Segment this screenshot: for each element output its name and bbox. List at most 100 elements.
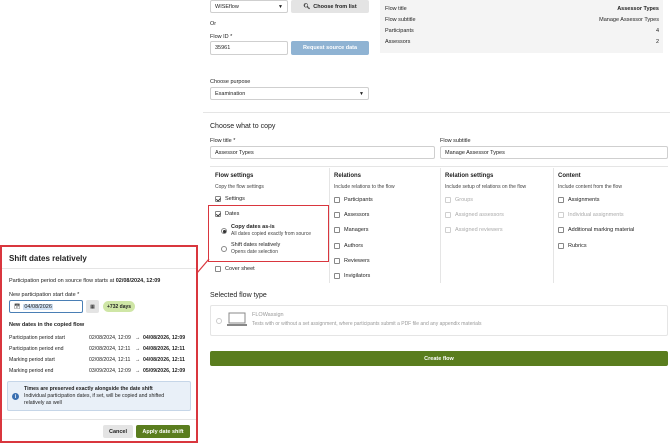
divider [329, 168, 330, 283]
date-row: Marking period end 03/09/2024, 12:09 → 0… [9, 368, 191, 374]
flow-settings-title: Flow settings [215, 173, 254, 179]
divider [2, 419, 196, 420]
copy-as-is-sublabel: All dates copied exactly from source [231, 231, 312, 237]
settings-checkbox-row[interactable]: Settings [215, 196, 245, 202]
checkbox[interactable] [558, 197, 564, 203]
dates-checkbox[interactable] [215, 211, 221, 217]
cancel-button[interactable]: Cancel [103, 425, 133, 438]
date-old: 02/08/2024, 12:09 [89, 335, 131, 341]
modal-title: Shift dates relatively [9, 254, 87, 263]
chevron-down-icon: ▼ [278, 3, 283, 10]
purpose-select-value: Examination [215, 90, 246, 97]
date-row: Marking period start 02/08/2024, 12:11 →… [9, 357, 191, 363]
flow-id-value: 35961 [215, 45, 231, 51]
calendar-icon: 📅︎ [14, 303, 21, 310]
apply-date-shift-button[interactable]: Apply date shift [136, 425, 190, 438]
relation-label: Authors [344, 243, 363, 249]
checkbox [445, 197, 451, 203]
flow-type-name: FLOWassign [252, 312, 284, 318]
choose-from-list-button[interactable]: 🔍︎ Choose from list [291, 0, 369, 13]
create-flow-button[interactable]: Create flow [210, 351, 668, 366]
days-badge: +732 days [103, 301, 136, 312]
relations-subtitle: Include relations to the flow [334, 184, 395, 190]
create-flow-label: Create flow [424, 355, 454, 362]
copy-heading: Choose what to copy [210, 123, 276, 130]
flow-title-input[interactable]: Assessor Types [210, 146, 435, 159]
apply-label: Apply date shift [142, 428, 184, 435]
shift-relatively-radio[interactable] [221, 246, 227, 252]
checkbox[interactable] [334, 258, 340, 264]
content-checkbox-row[interactable]: Rubrics [558, 243, 587, 249]
checkbox[interactable] [334, 273, 340, 279]
source-select[interactable]: WISEflow ▼ [210, 0, 288, 13]
copy-as-is-radio[interactable] [221, 228, 227, 234]
flow-type-radio[interactable] [216, 318, 222, 324]
content-checkbox-row[interactable]: Assignments [558, 197, 600, 203]
flow-subtitle-input[interactable]: Manage Assessor Types [440, 146, 668, 159]
cover-sheet-checkbox[interactable] [215, 266, 221, 272]
new-start-label: New participation start date * [9, 292, 80, 298]
date-old: 02/08/2024, 12:11 [89, 357, 131, 363]
shift-relatively-radio-row[interactable]: Shift dates relatively Opens date select… [221, 242, 280, 255]
checkbox[interactable] [334, 197, 340, 203]
summary-value: 4 [655, 28, 659, 34]
dates-label: Dates [225, 211, 240, 217]
settings-label: Settings [225, 196, 245, 202]
divider [210, 166, 668, 167]
relation-setting-label: Assigned reviewers [455, 227, 503, 233]
date-new: 04/08/2026, 12:11 [143, 346, 185, 352]
summary-key: Assessors [385, 39, 411, 45]
copy-as-is-radio-row[interactable]: Copy dates as-is All dates copied exactl… [221, 224, 311, 237]
relation-checkbox-row[interactable]: Assessors [334, 212, 369, 218]
content-label: Rubrics [568, 243, 587, 249]
checkbox[interactable] [558, 227, 564, 233]
arrow-right-icon: → [135, 357, 141, 363]
request-source-data-label: Request source data [302, 45, 358, 51]
relation-label: Reviewers [344, 258, 370, 264]
dates-checkbox-row[interactable]: Dates [215, 211, 239, 217]
checkbox[interactable] [558, 243, 564, 249]
relation-settings-subtitle: Include setup of relations on the flow [445, 184, 527, 190]
date-label: Participation period start [9, 335, 65, 341]
relation-setting-label: Assigned assessors [455, 212, 504, 218]
summary-value: 2 [655, 39, 659, 45]
checkbox[interactable] [334, 227, 340, 233]
flow-title-label: Flow title * [210, 138, 236, 144]
request-source-data-button[interactable]: Request source data [291, 41, 369, 55]
arrow-right-icon: → [135, 368, 141, 374]
relation-checkbox-row[interactable]: Reviewers [334, 258, 370, 264]
relation-checkbox-row[interactable]: Managers [334, 227, 368, 233]
flow-subtitle-label: Flow subtitle [440, 138, 471, 144]
info-icon: i [12, 393, 19, 400]
flow-id-input[interactable]: 35961 [210, 41, 288, 55]
content-checkbox-row[interactable]: Additional marking material [558, 227, 634, 233]
new-start-date-input[interactable]: 📅︎ 04/08/2026 [9, 300, 83, 313]
search-icon: 🔍︎ [303, 3, 311, 10]
relation-checkbox-row[interactable]: Authors [334, 243, 363, 249]
content-label: Additional marking material [568, 227, 635, 233]
checkbox[interactable] [334, 243, 340, 249]
checkbox [445, 227, 451, 233]
settings-checkbox[interactable] [215, 196, 221, 202]
relation-setting-label: Groups [455, 197, 474, 203]
cancel-label: Cancel [108, 428, 128, 435]
flow-settings-subtitle: Copy the flow settings [215, 184, 264, 190]
checkbox[interactable] [334, 212, 340, 218]
purpose-select[interactable]: Examination ▼ [210, 87, 369, 100]
divider [203, 112, 670, 113]
cover-sheet-checkbox-row[interactable]: Cover sheet [215, 266, 255, 272]
copy-as-is-label: Copy dates as-is [231, 224, 275, 230]
choose-from-list-label: Choose from list [313, 3, 357, 10]
divider [2, 268, 196, 269]
relation-checkbox-row[interactable]: Invigilators [334, 273, 370, 279]
period-text: Participation period on source flow star… [9, 278, 160, 284]
flow-title-value: Assessor Types [215, 149, 254, 156]
relation-settings-title: Relation settings [445, 173, 494, 179]
new-dates-heading: New dates in the copied flow [9, 322, 85, 328]
calendar-picker-button[interactable]: ▦ [86, 300, 99, 313]
period-date: 02/08/2024, 12:09 [115, 278, 161, 284]
or-label: Or [210, 21, 217, 27]
relation-checkbox-row[interactable]: Participants [334, 197, 373, 203]
divider [440, 168, 441, 283]
divider [553, 168, 554, 283]
